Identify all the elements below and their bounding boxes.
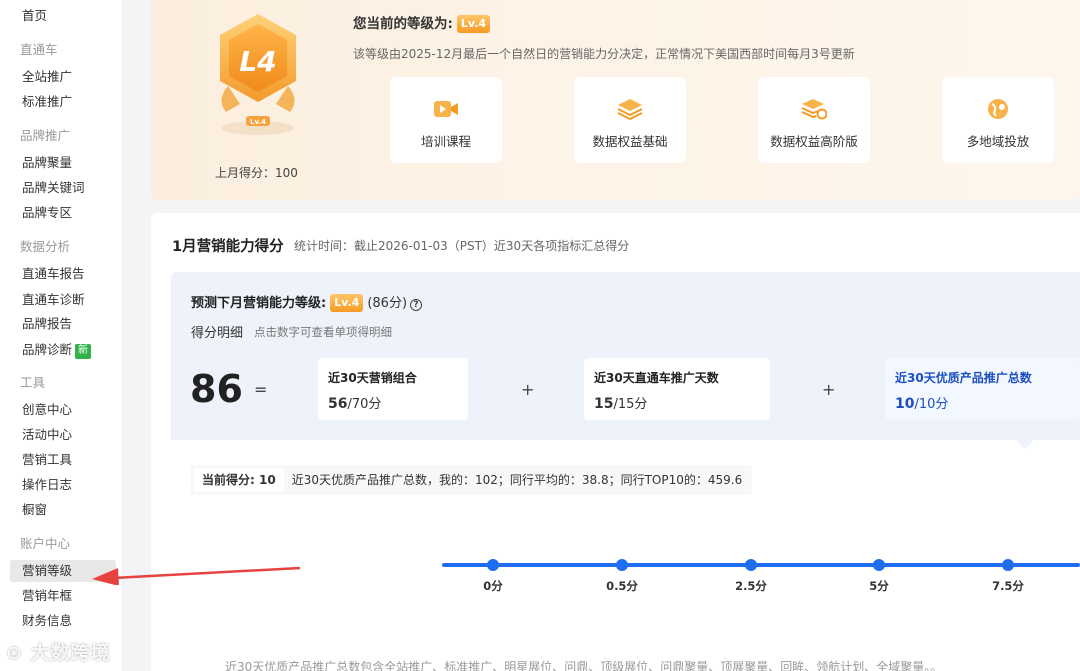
sidebar-item-showcase[interactable]: 橱窗 — [10, 499, 116, 521]
layers-icon — [617, 99, 643, 120]
scale-dot — [616, 559, 628, 571]
metric-value: 15/15分 — [594, 396, 648, 412]
sidebar-item-brand-zone[interactable]: 品牌专区 — [10, 202, 116, 224]
scale-dot — [873, 559, 885, 571]
level-panel: L4 Lv.4 上月得分：100 您当前的等级为: Lv.4 该等级由2025-1… — [151, 0, 1080, 200]
benefit-card-training[interactable]: 培训课程 — [390, 77, 502, 163]
metric-name: 近30天营销组合 — [328, 371, 417, 385]
new-badge: 新 — [75, 344, 92, 359]
sidebar-item-creative-center[interactable]: 创意中心 — [10, 399, 116, 421]
watermark-logo: ⊙ 大数跨境 — [6, 642, 111, 664]
score-card: 1月营销能力得分 统计时间：截止2026-01-03（PST）近30天各项指标汇… — [151, 213, 1080, 671]
level-medal-icon: L4 Lv.4 — [206, 8, 316, 148]
benefit-label: 数据权益高阶版 — [770, 134, 858, 149]
current-score: 当前得分: 10 — [194, 468, 284, 492]
metric-name: 近30天直通车推广天数 — [594, 371, 719, 385]
prediction-level-tag: Lv.4 — [330, 294, 364, 312]
score-title: 1月营销能力得分 — [172, 239, 284, 255]
benefit-label: 数据权益基础 — [592, 134, 668, 149]
sidebar-item-annual-frame[interactable]: 营销年框 — [10, 585, 116, 607]
metric-value: 56/70分 — [328, 396, 382, 412]
scale-tick-label: 7.5分 — [992, 579, 1024, 593]
metric-card-ztc-days[interactable]: 近30天直通车推广天数 15/15分 — [584, 358, 770, 420]
selection-pointer — [1016, 440, 1034, 449]
benefit-card-data-advanced[interactable]: 数据权益高阶版 — [758, 77, 870, 163]
sidebar-item-finance-info[interactable]: 财务信息 — [10, 610, 116, 632]
scale-tick-label: 0.5分 — [606, 579, 638, 593]
last-month-score: 上月得分：100 — [215, 166, 298, 180]
score-scale-line — [442, 563, 1080, 567]
level-tag: Lv.4 — [456, 15, 491, 33]
help-icon[interactable]: ? — [410, 299, 423, 311]
scale-tick-label: 0分 — [483, 579, 503, 593]
sidebar-item-home[interactable]: 首页 — [10, 5, 116, 27]
sidebar-item-activity-center[interactable]: 活动中心 — [10, 424, 116, 446]
benefit-label: 培训课程 — [420, 134, 471, 149]
sidebar-item-brand-keywords[interactable]: 品牌关键词 — [10, 177, 116, 199]
benefit-card-multi-region[interactable]: 多地域投放 — [942, 77, 1054, 163]
scale-tick-label: 5分 — [869, 579, 889, 593]
prediction-score: (86分) — [367, 296, 408, 311]
plus-sign: + — [822, 380, 836, 399]
prediction-label: 预测下月营销能力等级: — [191, 296, 327, 311]
scale-tick-label: 2.5分 — [735, 579, 767, 593]
sidebar-group-title: 品牌推广 — [20, 128, 71, 143]
sidebar-item-standard-promo[interactable]: 标准推广 — [10, 91, 116, 113]
scale-dot — [745, 559, 757, 571]
benefit-label: 多地域投放 — [966, 134, 1030, 149]
svg-text:Lv.4: Lv.4 — [250, 118, 266, 126]
current-score-description: 近30天优质产品推广总数，我的：102；同行平均的：38.8；同行TOP10的：… — [291, 473, 743, 487]
prediction-title: 预测下月营销能力等级: Lv.4 (86分)? — [191, 292, 423, 312]
current-level-title: 您当前的等级为: Lv.4 — [353, 12, 491, 33]
annotation-arrow-icon — [92, 566, 301, 585]
layers-gear-icon — [801, 99, 827, 120]
svg-text:L4: L4 — [239, 45, 276, 78]
benefit-card-data-basic[interactable]: 数据权益基础 — [574, 77, 686, 163]
sidebar-item-ztc-report[interactable]: 直通车报告 — [10, 263, 116, 285]
prediction-box: 预测下月营销能力等级: Lv.4 (86分)? 得分明细 点击数字可查看单项得明细 … — [171, 272, 1080, 440]
sidebar-item-brand-report[interactable]: 品牌报告 — [10, 313, 116, 335]
metric-value: 10/10分 — [895, 396, 949, 412]
sidebar-item-ztc-diagnosis[interactable]: 直通车诊断 — [10, 289, 116, 311]
metric-name: 近30天优质产品推广总数 — [895, 371, 1032, 385]
sidebar-item-site-promo[interactable]: 全站推广 — [10, 66, 116, 88]
current-score-bar: 当前得分: 10 近30天优质产品推广总数，我的：102；同行平均的：38.8；同… — [191, 465, 753, 495]
detail-label: 得分明细 — [191, 326, 244, 341]
current-level-label: 您当前的等级为: — [353, 16, 453, 32]
equals-sign: = — [254, 380, 268, 399]
metric-card-quality-products[interactable]: 近30天优质产品推广总数 10/10分 — [885, 358, 1080, 420]
globe-icon — [988, 99, 1008, 119]
metric-card-marketing-combo[interactable]: 近30天营销组合 56/70分 — [318, 358, 468, 420]
sidebar-group-title: 直通车 — [20, 42, 58, 57]
detail-hint: 点击数字可查看单项得明细 — [254, 325, 392, 339]
footnote: 近30天优质产品推广总数包含全站推广、标准推广、明星展位、问鼎、顶级展位、问鼎聚… — [225, 660, 943, 671]
sidebar-group-title: 账户中心 — [20, 536, 71, 551]
score-subtitle: 统计时间：截止2026-01-03（PST）近30天各项指标汇总得分 — [294, 239, 630, 253]
sidebar-group-title: 数据分析 — [20, 239, 71, 254]
total-score: 86 — [190, 367, 243, 411]
sidebar-item-brand-volume[interactable]: 品牌聚量 — [10, 152, 116, 174]
plus-sign: + — [521, 380, 535, 399]
scale-dot — [487, 559, 499, 571]
watermark-text: 大数跨境 — [30, 642, 111, 664]
level-description: 该等级由2025-12月最后一个自然日的营销能力分决定，正常情况下美国西部时间每… — [353, 47, 855, 61]
sidebar-item-operation-log[interactable]: 操作日志 — [10, 474, 116, 496]
sidebar-item-marketing-tools[interactable]: 营销工具 — [10, 449, 116, 471]
sidebar-item-label: 品牌诊断 — [22, 342, 73, 357]
sidebar-item-brand-diagnosis[interactable]: 品牌诊断新 — [10, 339, 116, 361]
sidebar-group-title: 工具 — [20, 375, 46, 390]
scale-dot — [1002, 559, 1014, 571]
video-course-icon — [434, 101, 458, 117]
